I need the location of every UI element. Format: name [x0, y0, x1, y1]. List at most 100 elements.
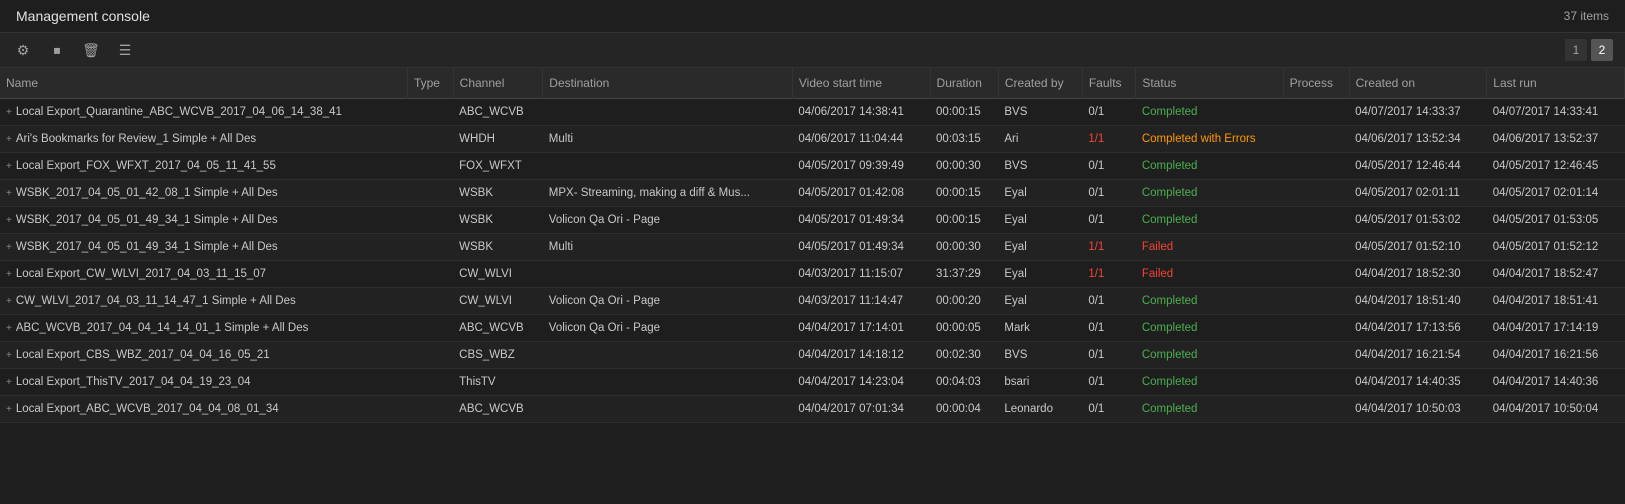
- cell-created-by: Eyal: [998, 288, 1082, 315]
- cell-channel: CBS_WBZ: [453, 342, 543, 369]
- cell-last-run: 04/05/2017 01:52:12: [1487, 234, 1625, 261]
- col-faults[interactable]: Faults: [1082, 68, 1136, 99]
- expand-icon[interactable]: +: [6, 350, 12, 361]
- cell-created-by: Eyal: [998, 234, 1082, 261]
- col-channel[interactable]: Channel: [453, 68, 543, 99]
- cell-status: Completed: [1136, 396, 1283, 423]
- cell-created-on: 04/06/2017 13:52:34: [1349, 126, 1487, 153]
- cell-created-by: Ari: [998, 126, 1082, 153]
- expand-icon[interactable]: +: [6, 269, 12, 280]
- table-row[interactable]: + WSBK_2017_04_05_01_49_34_1 Simple + Al…: [0, 234, 1625, 261]
- cell-created-by: Leonardo: [998, 396, 1082, 423]
- expand-icon[interactable]: +: [6, 323, 12, 334]
- settings-icon[interactable]: ⚙: [12, 39, 34, 61]
- expand-icon[interactable]: +: [6, 134, 12, 145]
- page-2-button[interactable]: 2: [1591, 39, 1613, 61]
- cell-type: [407, 234, 453, 261]
- table-container: Name Type Channel Destination Video star…: [0, 68, 1625, 423]
- cell-duration: 00:00:15: [930, 207, 998, 234]
- cell-type: [407, 126, 453, 153]
- table-row[interactable]: + Local Export_ABC_WCVB_2017_04_04_08_01…: [0, 396, 1625, 423]
- table-row[interactable]: + Local Export_FOX_WFXT_2017_04_05_11_41…: [0, 153, 1625, 180]
- expand-icon[interactable]: +: [6, 188, 12, 199]
- expand-icon[interactable]: +: [6, 161, 12, 172]
- cell-type: [407, 288, 453, 315]
- toolbar: ⚙ ⏹ 🗑 ☰ 1 2: [0, 33, 1625, 68]
- cell-faults: 1/1: [1082, 126, 1136, 153]
- list-icon[interactable]: ☰: [114, 39, 136, 61]
- table-row[interactable]: + Local Export_CW_WLVI_2017_04_03_11_15_…: [0, 261, 1625, 288]
- col-status[interactable]: Status: [1136, 68, 1283, 99]
- col-created-by[interactable]: Created by: [998, 68, 1082, 99]
- col-name[interactable]: Name: [0, 68, 407, 99]
- cell-process: [1283, 234, 1349, 261]
- table-row[interactable]: + WSBK_2017_04_05_01_42_08_1 Simple + Al…: [0, 180, 1625, 207]
- cell-created-by: Eyal: [998, 180, 1082, 207]
- expand-icon[interactable]: +: [6, 242, 12, 253]
- cell-created-by: bsari: [998, 369, 1082, 396]
- col-type[interactable]: Type: [407, 68, 453, 99]
- table-row[interactable]: + WSBK_2017_04_05_01_49_34_1 Simple + Al…: [0, 207, 1625, 234]
- cell-process: [1283, 396, 1349, 423]
- cell-faults: 0/1: [1082, 288, 1136, 315]
- cell-status: Completed: [1136, 153, 1283, 180]
- cell-destination: Volicon Qa Ori - Page: [543, 315, 793, 342]
- col-last-run[interactable]: Last run: [1487, 68, 1625, 99]
- col-destination[interactable]: Destination: [543, 68, 793, 99]
- cell-last-run: 04/04/2017 18:52:47: [1487, 261, 1625, 288]
- cell-last-run: 04/04/2017 17:14:19: [1487, 315, 1625, 342]
- cell-destination: [543, 153, 793, 180]
- col-process[interactable]: Process: [1283, 68, 1349, 99]
- expand-icon[interactable]: +: [6, 215, 12, 226]
- page-1-button[interactable]: 1: [1565, 39, 1587, 61]
- cell-video-start-time: 04/04/2017 14:23:04: [792, 369, 930, 396]
- table-row[interactable]: + Ari's Bookmarks for Review_1 Simple + …: [0, 126, 1625, 153]
- cell-video-start-time: 04/05/2017 01:49:34: [792, 234, 930, 261]
- cell-channel: CW_WLVI: [453, 288, 543, 315]
- cell-faults: 0/1: [1082, 342, 1136, 369]
- table-row[interactable]: + CW_WLVI_2017_04_03_11_14_47_1 Simple +…: [0, 288, 1625, 315]
- cell-process: [1283, 180, 1349, 207]
- cell-faults: 0/1: [1082, 180, 1136, 207]
- cell-name: + Local Export_CW_WLVI_2017_04_03_11_15_…: [0, 261, 407, 288]
- cell-destination: [543, 369, 793, 396]
- cell-type: [407, 261, 453, 288]
- cell-faults: 0/1: [1082, 396, 1136, 423]
- table-row[interactable]: + Local Export_ThisTV_2017_04_04_19_23_0…: [0, 369, 1625, 396]
- cell-channel: WSBK: [453, 207, 543, 234]
- col-created-on[interactable]: Created on: [1349, 68, 1487, 99]
- table-row[interactable]: + Local Export_Quarantine_ABC_WCVB_2017_…: [0, 99, 1625, 126]
- cell-last-run: 04/07/2017 14:33:41: [1487, 99, 1625, 126]
- cell-process: [1283, 126, 1349, 153]
- table-row[interactable]: + Local Export_CBS_WBZ_2017_04_04_16_05_…: [0, 342, 1625, 369]
- cell-status: Completed: [1136, 369, 1283, 396]
- cell-type: [407, 207, 453, 234]
- cell-created-on: 04/07/2017 14:33:37: [1349, 99, 1487, 126]
- cell-last-run: 04/06/2017 13:52:37: [1487, 126, 1625, 153]
- expand-icon[interactable]: +: [6, 404, 12, 415]
- cell-name: + Ari's Bookmarks for Review_1 Simple + …: [0, 126, 407, 153]
- jobs-table: Name Type Channel Destination Video star…: [0, 68, 1625, 423]
- cell-duration: 00:00:05: [930, 315, 998, 342]
- stop-icon[interactable]: ⏹: [46, 39, 68, 61]
- col-duration[interactable]: Duration: [930, 68, 998, 99]
- cell-created-on: 04/04/2017 17:13:56: [1349, 315, 1487, 342]
- expand-icon[interactable]: +: [6, 377, 12, 388]
- cell-status: Completed: [1136, 315, 1283, 342]
- cell-duration: 00:00:15: [930, 180, 998, 207]
- expand-icon[interactable]: +: [6, 296, 12, 307]
- expand-icon[interactable]: +: [6, 107, 12, 118]
- cell-status: Completed: [1136, 207, 1283, 234]
- job-name: CW_WLVI_2017_04_03_11_14_47_1 Simple + A…: [16, 295, 296, 307]
- table-row[interactable]: + ABC_WCVB_2017_04_04_14_14_01_1 Simple …: [0, 315, 1625, 342]
- cell-process: [1283, 99, 1349, 126]
- cell-video-start-time: 04/03/2017 11:14:47: [792, 288, 930, 315]
- col-video-start-time[interactable]: Video start time: [792, 68, 930, 99]
- cell-type: [407, 180, 453, 207]
- cell-destination: [543, 396, 793, 423]
- cell-last-run: 04/04/2017 16:21:56: [1487, 342, 1625, 369]
- cell-last-run: 04/05/2017 12:46:45: [1487, 153, 1625, 180]
- delete-icon[interactable]: 🗑: [80, 39, 102, 61]
- cell-created-by: Eyal: [998, 207, 1082, 234]
- cell-created-on: 04/05/2017 02:01:11: [1349, 180, 1487, 207]
